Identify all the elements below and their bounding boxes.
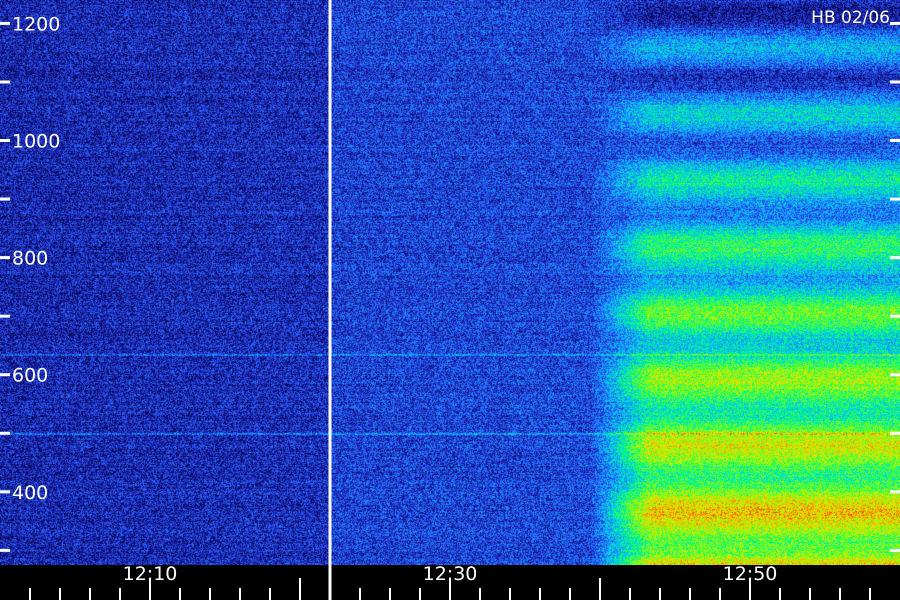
y-tick-label: 1000: [12, 131, 60, 153]
x-tick-label: 12:10: [123, 563, 178, 585]
x-tick-label: 12:50: [723, 563, 778, 585]
chart-annotation: HB 02/06: [811, 8, 890, 28]
spectrogram-panel: 400 600 800 1000 1200 12:10 12:30 12:50 HB 02/…: [0, 0, 900, 600]
x-tick-label: 12:30: [423, 563, 478, 585]
y-tick-label: 800: [12, 248, 48, 270]
axes-overlay: 400 600 800 1000 1200 12:10 12:30 12:50 HB 02/…: [0, 0, 900, 600]
x-axis: 12:10 12:30 12:50: [29, 563, 871, 600]
y-axis: 400 600 800 1000 1200: [0, 13, 900, 552]
y-tick-label: 400: [12, 482, 48, 504]
y-tick-label: 600: [12, 365, 48, 387]
y-tick-label: 1200: [12, 13, 60, 35]
